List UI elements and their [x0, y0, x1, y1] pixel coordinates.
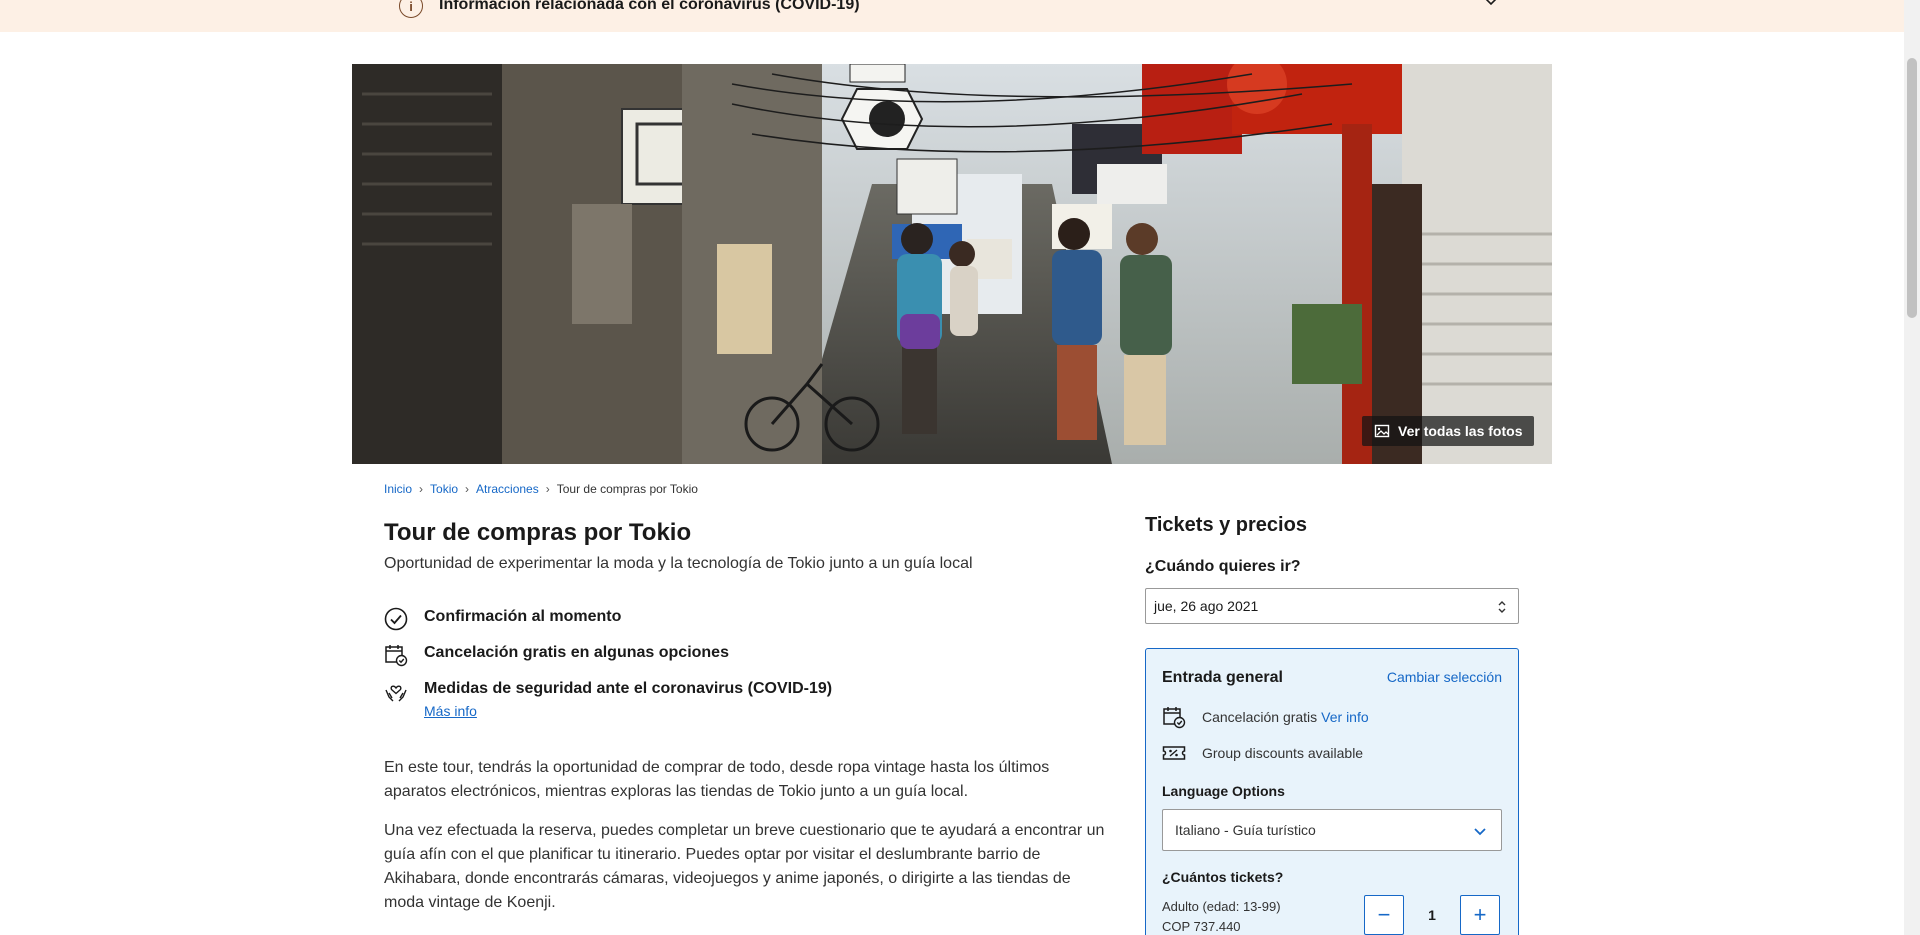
breadcrumb-home[interactable]: Inicio [384, 482, 412, 496]
date-picker[interactable]: jue, 26 ago 2021 [1145, 588, 1519, 624]
info-icon: i [399, 0, 423, 18]
language-select[interactable]: Italiano - Guía turístico [1162, 809, 1502, 851]
description-paragraph: Una vez efectuada la reserva, puedes com… [384, 822, 1105, 911]
view-all-photos-label: Ver todas las fotos [1398, 423, 1523, 439]
ticket-type: Adulto (edad: 13-99) COP 737.440 [1162, 897, 1281, 935]
option-title: Entrada general [1162, 669, 1283, 686]
page-title: Tour de compras por Tokio [384, 519, 692, 546]
feature-covid-safety: Medidas de seguridad ante el coronavirus… [384, 679, 832, 721]
feature-text: Cancelación gratis en algunas opciones [424, 644, 729, 661]
view-all-photos-button[interactable]: Ver todas las fotos [1362, 416, 1535, 446]
feature-instant-confirmation: Confirmación al momento [384, 607, 621, 631]
ticket-quantity-label: ¿Cuántos tickets? [1162, 869, 1284, 885]
breadcrumb-separator: › [465, 482, 470, 496]
date-label: ¿Cuándo quieres ir? [1145, 558, 1301, 575]
ticket-price: COP 737.440 [1162, 919, 1241, 934]
increase-quantity-button[interactable]: + [1460, 895, 1500, 935]
up-down-chevron-icon [1498, 601, 1506, 613]
page-subtitle: Oportunidad de experimentar la moda y la… [384, 555, 973, 572]
breadcrumb-separator: › [545, 482, 550, 496]
quantity-value: 1 [1428, 907, 1436, 923]
free-cancellation-text: Cancelación gratis Ver info [1202, 709, 1369, 725]
group-discount-row: Group discounts available [1162, 741, 1363, 765]
breadcrumb-tokyo[interactable]: Tokio [430, 482, 458, 496]
feature-text: Medidas de seguridad ante el coronavirus… [424, 679, 832, 721]
description-paragraph: En este tour, tendrás la oportunidad de … [384, 759, 1050, 800]
ticket-option-card: Entrada general Cambiar selección Cancel… [1145, 648, 1519, 935]
scrollbar-thumb[interactable] [1907, 58, 1917, 318]
image-icon [1374, 424, 1390, 438]
ticket-type-label: Adulto (edad: 13-99) [1162, 899, 1281, 914]
hero-image[interactable] [352, 64, 1552, 464]
see-info-link[interactable]: Ver info [1321, 709, 1368, 725]
calendar-check-icon [385, 645, 408, 667]
date-value: jue, 26 ago 2021 [1154, 598, 1259, 614]
feature-covid-text: Medidas de seguridad ante el coronavirus… [424, 680, 833, 697]
decrease-quantity-button[interactable]: − [1364, 895, 1404, 935]
calendar-check-icon [1163, 707, 1186, 729]
safety-hands-icon [385, 685, 407, 702]
breadcrumb-attractions[interactable]: Atracciones [476, 482, 539, 496]
language-value: Italiano - Guía turístico [1175, 822, 1316, 838]
discount-ticket-icon [1162, 746, 1186, 760]
covid-info-banner[interactable]: i Información relacionada con el coronav… [0, 0, 1904, 32]
more-info-link[interactable]: Más info [424, 701, 832, 721]
check-circle-icon [384, 607, 408, 631]
change-selection-link[interactable]: Cambiar selección [1387, 669, 1502, 685]
chevron-down-icon [1474, 828, 1486, 836]
tokyo-alley-photo [352, 64, 1552, 464]
cancel-text: Cancelación gratis [1202, 709, 1318, 725]
free-cancellation-row: Cancelación gratis Ver info [1162, 705, 1369, 729]
covid-banner-text: Información relacionada con el coronavir… [439, 0, 860, 13]
breadcrumb: Inicio › Tokio › Atracciones › Tour de c… [384, 482, 698, 496]
chevron-down-icon[interactable] [1483, 0, 1499, 10]
breadcrumb-separator: › [419, 482, 424, 496]
tickets-section-title: Tickets y precios [1145, 514, 1307, 536]
language-options-label: Language Options [1162, 783, 1285, 799]
feature-free-cancellation: Cancelación gratis en algunas opciones [384, 643, 729, 667]
page-scrollbar[interactable] [1904, 0, 1920, 935]
group-discount-text: Group discounts available [1202, 745, 1364, 761]
feature-text: Confirmación al momento [424, 608, 622, 625]
breadcrumb-current: Tour de compras por Tokio [556, 482, 698, 496]
